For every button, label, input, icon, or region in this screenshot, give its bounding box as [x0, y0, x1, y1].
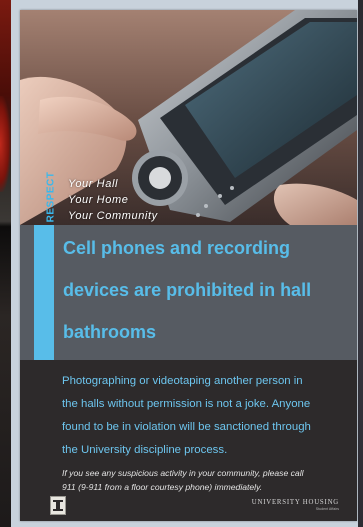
university-housing-logo: UNIVERSITY HOUSING Student Affairs	[252, 499, 339, 511]
headline-line: devices are prohibited in hall	[63, 280, 312, 300]
adjacent-poster-edge-right	[358, 0, 363, 527]
adjacent-poster-edge-left	[0, 0, 11, 527]
respect-poster: RESPECT Your Hall Your Home Your Communi…	[20, 10, 357, 521]
emergency-notice: If you see any suspicious activity in yo…	[62, 466, 346, 494]
body-line: Photographing or videotaping another per…	[62, 375, 303, 387]
body-line: the halls without permission is not a jo…	[62, 398, 311, 410]
tagline: Your Hall Your Home Your Community	[68, 176, 158, 224]
tagline-line: Your Community	[68, 210, 158, 222]
respect-vertical-label: RESPECT	[44, 170, 58, 224]
headline-panel: Cell phones and recording devices are pr…	[20, 225, 357, 360]
headline-line: Cell phones and recording	[63, 238, 291, 258]
housing-name: UNIVERSITY HOUSING	[251, 499, 339, 506]
headline-line: bathrooms	[63, 322, 157, 342]
notice-line: If you see any suspicious activity in yo…	[62, 468, 304, 478]
respect-label-text: RESPECT	[45, 171, 57, 223]
body-copy: Photographing or videotaping another per…	[62, 370, 344, 462]
body-line: the University discipline process.	[62, 444, 228, 456]
tagline-line: Your Home	[68, 194, 129, 206]
poster-photo-phone: RESPECT Your Hall Your Home Your Communi…	[20, 10, 357, 225]
notice-line: 911 (9-911 from a floor courtesy phone) …	[62, 482, 263, 492]
tagline-line: Your Hall	[68, 178, 119, 190]
headline: Cell phones and recording devices are pr…	[63, 227, 355, 353]
body-line: found to be in violation will be sanctio…	[62, 421, 311, 433]
university-block-i-icon	[50, 496, 66, 515]
housing-subtitle: Student Affairs	[315, 507, 339, 511]
headline-accent-bar	[34, 225, 54, 360]
